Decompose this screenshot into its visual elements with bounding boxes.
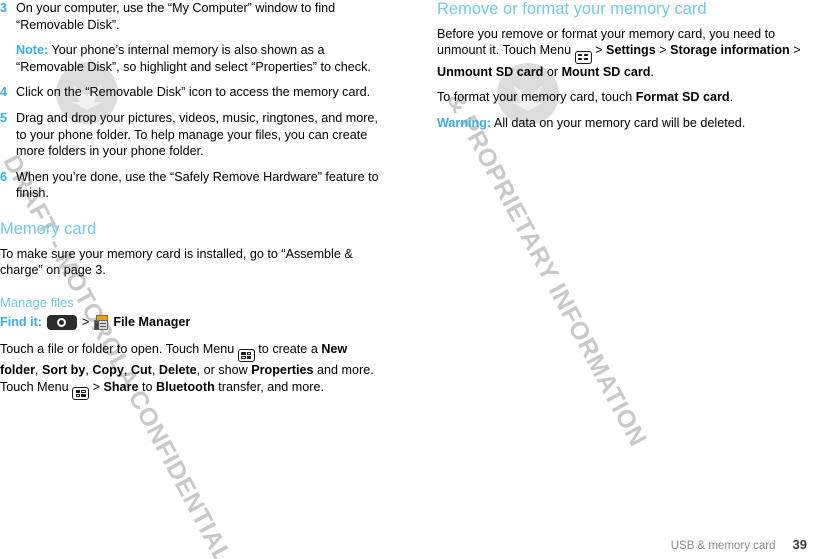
text-run: to (138, 379, 156, 394)
step-body: Click on the “Removable Disk” icon to ac… (16, 84, 382, 101)
step-body: Drag and drop your pictures, videos, mus… (16, 110, 382, 160)
text-run: , or show (196, 362, 252, 377)
text-run-bold: Delete (158, 362, 197, 377)
step-paragraph: When you’re done, use the “Safely Remove… (16, 169, 379, 201)
footer-page-number: 39 (792, 537, 807, 552)
find-it-target: File Manager (113, 315, 191, 330)
text-run: to create a (254, 341, 322, 356)
memory-card-intro: To make sure your memory card is install… (0, 246, 353, 278)
text-run: . (729, 90, 734, 105)
text-run-bold: Mount SD card (561, 64, 651, 79)
text-run: transfer, and more. (214, 379, 324, 394)
step-number: 4 (0, 85, 8, 100)
step-body: When you’re done, use the “Safely Remove… (16, 169, 382, 202)
app-launcher-icon[interactable] (46, 314, 77, 330)
section-heading-memory-card: Memory card (0, 219, 97, 238)
watermark-text-right: & PROPRIETARY INFORMATION (441, 88, 653, 452)
step-item: 4 Click on the “Removable Disk” icon to … (0, 84, 382, 101)
step-number: 6 (0, 169, 8, 184)
text-run-bold: Share (103, 379, 139, 394)
menu-key-icon[interactable] (574, 50, 592, 64)
text-run: or (543, 64, 562, 79)
text-run: , (34, 362, 42, 377)
step-paragraph: On your computer, use the “My Computer” … (16, 1, 336, 32)
step-item: 5 Drag and drop your pictures, videos, m… (0, 110, 382, 160)
text-run: . (650, 64, 654, 79)
step-paragraph: Drag and drop your pictures, videos, mus… (16, 110, 378, 159)
footer-section-title: USB & memory card (670, 540, 776, 552)
note-text: Your phone’s internal memory is also sho… (16, 43, 371, 74)
text-run-bold: Sort by (41, 362, 86, 377)
warning-text: All data on your memory card will be del… (493, 115, 746, 130)
section-heading-remove-format: Remove or format your memory card (437, 0, 707, 18)
right-column: Remove or format your memory card Before… (437, 0, 817, 140)
text-run-bold: Settings (606, 43, 656, 58)
manual-page: DRAFT - MOTOROLA CONFIDENTIAL & PROPRIET… (0, 0, 817, 559)
text-run-bold: Bluetooth (156, 379, 215, 394)
note-label: Note: (16, 43, 49, 58)
left-column: 3 On your computer, use the “My Computer… (0, 0, 382, 409)
text-run: , (123, 362, 131, 377)
step-number: 3 (0, 1, 8, 15)
manage-files-body: Touch a file or folder to open. Touch Me… (0, 341, 382, 400)
remove-format-paragraph: Before you remove or format your memory … (437, 26, 817, 80)
text-run-bold: Format SD card (635, 90, 730, 105)
warning-block: Warning: All data on your memory card wi… (437, 115, 817, 132)
text-run: Touch a file or folder to open. Touch Me… (0, 341, 238, 356)
note-block: Note: Your phone’s internal memory is al… (16, 42, 382, 75)
find-it-row: Find it: > File Manager (0, 314, 382, 331)
menu-key-icon[interactable] (72, 386, 90, 400)
text-run-bold: Unmount SD card (437, 64, 544, 79)
format-paragraph: To format your memory card, touch Format… (437, 89, 817, 106)
text-run: , (151, 362, 159, 377)
menu-key-icon[interactable] (237, 348, 255, 362)
find-it-separator: > (81, 315, 90, 330)
text-run-bold: Copy (92, 362, 124, 377)
text-run: > (789, 43, 801, 58)
step-body: On your computer, use the “My Computer” … (16, 0, 382, 75)
warning-label: Warning: (437, 115, 492, 130)
step-item: 6 When you’re done, use the “Safely Remo… (0, 169, 382, 202)
text-run-bold: Cut (130, 362, 152, 377)
step-paragraph: Click on the “Removable Disk” icon to ac… (16, 85, 371, 100)
text-run: > (655, 43, 671, 58)
file-manager-icon[interactable] (94, 314, 109, 330)
text-run: > (89, 379, 104, 394)
text-run-bold: Properties (251, 362, 314, 377)
text-run: > (591, 43, 607, 58)
step-number: 5 (0, 110, 8, 125)
subsection-heading-manage-files: Manage files (0, 294, 74, 310)
find-it-label: Find it: (0, 315, 42, 330)
step-item: 3 On your computer, use the “My Computer… (0, 0, 382, 75)
page-footer: USB & memory card 39 (671, 537, 807, 552)
text-run: To format your memory card, touch (437, 90, 636, 105)
text-run-bold: Storage information (670, 43, 790, 58)
